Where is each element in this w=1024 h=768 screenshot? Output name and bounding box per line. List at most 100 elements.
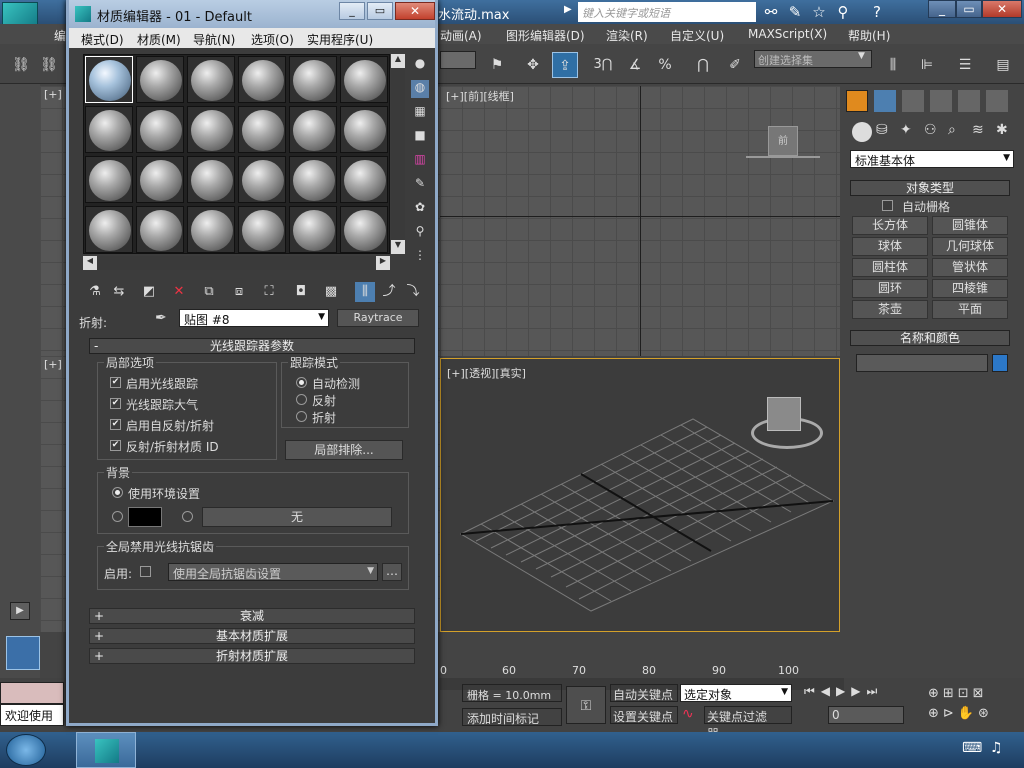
helpers-icon[interactable]: ⌕ xyxy=(948,122,966,140)
material-sample-slot[interactable] xyxy=(136,106,184,153)
material-sample-slot[interactable] xyxy=(136,206,184,253)
restore-button[interactable]: ▭ xyxy=(956,0,982,18)
maxscript-listener-pink[interactable] xyxy=(0,682,64,704)
key-icon[interactable]: ⚿ xyxy=(566,686,606,724)
select-and-place-icon[interactable]: ⇪ xyxy=(552,52,578,78)
material-sample-slot[interactable] xyxy=(187,206,235,253)
wrench-icon[interactable]: ✎ xyxy=(784,2,806,22)
assign-to-selection-icon[interactable]: ◩ xyxy=(139,282,159,302)
viewcube[interactable]: 前 xyxy=(768,126,798,156)
named-selection-set-input[interactable]: 创建选择集 xyxy=(754,50,872,68)
add-time-tag-button[interactable]: 添加时间标记 xyxy=(462,708,562,726)
material-sample-slot[interactable] xyxy=(340,206,388,253)
basic-material-ext-rollout-header[interactable]: + 基本材质扩展 xyxy=(89,628,415,644)
search-icon[interactable]: ⚲ xyxy=(832,2,854,22)
map-type-button[interactable]: Raytrace xyxy=(337,309,419,327)
move-icon[interactable]: ✥ xyxy=(520,52,546,78)
spacewarps-icon[interactable]: ≋ xyxy=(972,122,990,140)
material-sample-slot[interactable] xyxy=(289,156,337,203)
material-sample-slot[interactable] xyxy=(85,56,133,103)
search-input[interactable]: 键入关键字或短语 xyxy=(578,2,756,22)
menu-help[interactable]: 帮助(H) xyxy=(848,27,890,44)
backlight-icon[interactable]: ◍ xyxy=(411,80,429,98)
cameras-icon[interactable]: ⚇ xyxy=(924,122,942,140)
geosphere-button[interactable]: 几何球体 xyxy=(932,237,1008,256)
menu-animation[interactable]: 动画(A) xyxy=(440,27,482,44)
material-sample-slot[interactable] xyxy=(187,106,235,153)
object-color-swatch[interactable] xyxy=(992,354,1008,372)
snap-toggle-icon[interactable]: 3⋂ xyxy=(590,52,616,78)
mirror-icon[interactable]: ⫼ xyxy=(880,52,906,78)
background-color-swatch[interactable] xyxy=(128,507,162,527)
material-sample-slot[interactable] xyxy=(187,56,235,103)
create-tab-icon[interactable] xyxy=(846,90,868,112)
self-reflect-checkbox[interactable]: ✔ xyxy=(110,419,121,430)
binoculars-icon[interactable]: ⚯ xyxy=(760,2,782,22)
object-name-input[interactable] xyxy=(856,354,988,372)
viewport-layout-icon[interactable] xyxy=(6,636,40,670)
make-unique-icon[interactable]: ⧈ xyxy=(229,282,249,302)
unlink-icon[interactable]: ⛓ xyxy=(36,52,62,78)
key-filters-button[interactable]: 关键点过滤器... xyxy=(704,706,792,741)
material-sample-slot[interactable] xyxy=(238,106,286,153)
material-sample-slot[interactable] xyxy=(85,206,133,253)
attenuation-rollout-header[interactable]: + 衰减 xyxy=(89,608,415,624)
show-map-icon[interactable]: ▩ xyxy=(321,282,341,302)
key-mode-dropdown[interactable]: 选定对象 ▼ xyxy=(680,684,792,702)
options-icon[interactable]: ✿ xyxy=(411,200,429,218)
display-tab-icon[interactable] xyxy=(958,90,980,112)
color-bg-radio[interactable] xyxy=(112,511,123,522)
refraction-radio[interactable] xyxy=(296,411,307,422)
align-icon[interactable]: ⊫ xyxy=(914,52,940,78)
hierarchy-tab-icon[interactable] xyxy=(902,90,924,112)
pyramid-button[interactable]: 四棱锥 xyxy=(932,279,1008,298)
material-sample-slot[interactable] xyxy=(238,206,286,253)
make-preview-icon[interactable]: ✎ xyxy=(411,176,429,194)
reset-map-icon[interactable]: ✕ xyxy=(169,282,189,302)
select-by-material-icon[interactable]: ⚲ xyxy=(411,224,429,242)
help-icon[interactable]: ? xyxy=(866,2,888,22)
material-sample-slot[interactable] xyxy=(340,106,388,153)
scroll-left-icon[interactable]: ◀ xyxy=(83,256,97,270)
viewport-perspective[interactable]: [+][透视][真实] xyxy=(440,358,840,632)
edit-named-selection-icon[interactable]: ✐ xyxy=(722,52,748,78)
material-editor-titlebar[interactable]: 材质编辑器 - 01 - Default _ ▭ ✕ xyxy=(69,0,435,28)
menu-navigation[interactable]: 导航(N) xyxy=(193,31,235,48)
menu-customize[interactable]: 自定义(U) xyxy=(670,27,724,44)
name-color-rollout-header[interactable]: 名称和颜色 xyxy=(850,330,1010,346)
scroll-down-icon[interactable]: ▼ xyxy=(391,240,405,254)
menu-material[interactable]: 材质(M) xyxy=(137,31,181,48)
autogrid-checkbox[interactable] xyxy=(882,200,893,211)
chevron-down-icon[interactable]: ▼ xyxy=(858,51,865,61)
selection-filter-dropdown[interactable] xyxy=(440,51,476,69)
tube-button[interactable]: 管状体 xyxy=(932,258,1008,277)
minimize-button[interactable]: _ xyxy=(339,2,365,20)
material-id-channel-icon[interactable]: ◘ xyxy=(291,282,311,302)
taskbar-3dsmax-button[interactable] xyxy=(76,732,136,768)
map-name-dropdown[interactable]: 贴图 #8 ▼ xyxy=(179,309,329,327)
material-sample-slot[interactable] xyxy=(238,156,286,203)
material-sample-slot[interactable] xyxy=(136,156,184,203)
playback-controls[interactable]: ⏮◀▶▶⏭ xyxy=(804,684,924,700)
layer-manager-icon[interactable]: ☰ xyxy=(952,52,978,78)
scroll-up-icon[interactable]: ▲ xyxy=(391,54,405,68)
cone-button[interactable]: 圆锥体 xyxy=(932,216,1008,235)
percent-snap-icon[interactable]: % xyxy=(652,52,678,78)
motion-tab-icon[interactable] xyxy=(930,90,952,112)
material-sample-slot[interactable] xyxy=(289,206,337,253)
go-forward-sibling-icon[interactable]: ⤵ xyxy=(403,282,423,302)
make-copy-icon[interactable]: ⧉ xyxy=(199,282,219,302)
systems-icon[interactable]: ✱ xyxy=(996,122,1014,140)
graphite-toggle-icon[interactable]: ▤ xyxy=(990,52,1016,78)
use-environment-radio[interactable] xyxy=(112,487,123,498)
enable-aa-checkbox[interactable] xyxy=(140,566,151,577)
enable-raytrace-checkbox[interactable]: ✔ xyxy=(110,377,121,388)
cylinder-button[interactable]: 圆柱体 xyxy=(852,258,928,277)
sphere-button[interactable]: 球体 xyxy=(852,237,928,256)
box-button[interactable]: 长方体 xyxy=(852,216,928,235)
volume-icon[interactable]: ♫ xyxy=(990,740,1003,756)
expand-arrow-icon[interactable]: ▶ xyxy=(10,602,30,620)
sample-type-icon[interactable]: ● xyxy=(411,56,429,74)
menu-utilities[interactable]: 实用程序(U) xyxy=(307,31,373,48)
geometry-icon[interactable] xyxy=(852,122,872,142)
